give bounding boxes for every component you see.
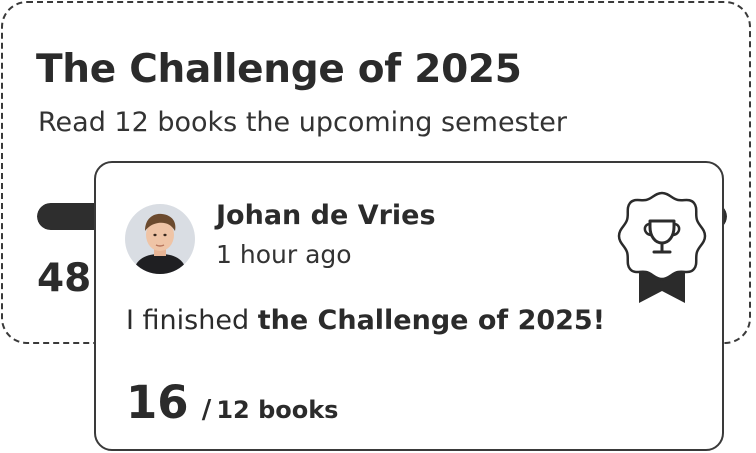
books-goal: 12 books xyxy=(216,396,339,424)
count-separator: / xyxy=(201,395,212,425)
message-challenge-name: the Challenge of 2025! xyxy=(257,305,606,336)
user-avatar-icon xyxy=(125,204,195,274)
notification-card[interactable]: Johan de Vries 1 hour ago I finished the… xyxy=(94,161,724,451)
trophy-badge xyxy=(617,191,707,309)
challenge-count: 48 xyxy=(37,256,92,301)
book-count: 16 / 12 books xyxy=(126,376,338,429)
challenge-subtitle: Read 12 books the upcoming semester xyxy=(38,107,567,138)
challenge-title: The Challenge of 2025 xyxy=(36,47,522,92)
timestamp: 1 hour ago xyxy=(216,240,352,269)
message-prefix: I finished xyxy=(126,305,258,336)
avatar[interactable] xyxy=(125,204,195,274)
books-read-count: 16 xyxy=(126,376,189,429)
user-name[interactable]: Johan de Vries xyxy=(216,200,436,231)
notification-message: I finished the Challenge of 2025! xyxy=(126,305,605,336)
trophy-award-badge-icon xyxy=(617,191,707,303)
